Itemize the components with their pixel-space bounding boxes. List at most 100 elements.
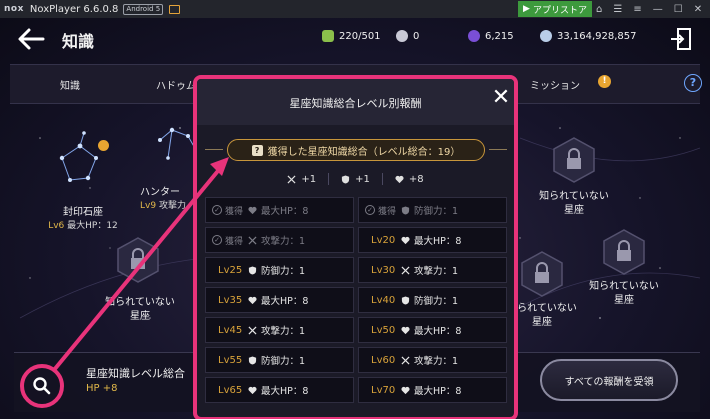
close-window-icon[interactable]: ✕ [694,4,702,15]
app-store-button[interactable]: ▶ アプリストア [518,1,592,17]
unknown-label-5: 知られていない [589,281,659,292]
reward-cell[interactable]: Lv45 攻撃力：1 [205,317,354,343]
constellation-hunter-stat: 攻撃力 [158,200,186,211]
reward-text: 攻撃力：1 [261,326,306,337]
reward-cell[interactable]: Lv20 最大HP：8 [358,227,507,253]
reward-level: Lv40 [371,294,396,306]
reward-text: 防御力：1 [414,206,459,217]
constellation-alert-badge [98,140,109,151]
reward-cell[interactable]: Lv35 最大HP：8 [205,287,354,313]
total-level-pill: ? 獲得した星座知識総合（レベル総合：19） [227,139,485,161]
maximize-icon[interactable]: ☐ [674,4,683,15]
resource-gem-value: 6,215 [485,30,514,42]
resource-material-value: 220/501 [339,30,381,42]
reward-cell[interactable]: Lv65 最大HP：8 [205,377,354,403]
reward-cell[interactable]: ✓ 獲得 防御力：1 [358,197,507,223]
app-name: NoxPlayer 6.6.0.8 [29,3,119,15]
help-icon[interactable]: ? [684,74,702,92]
total-attack: +1 [287,174,316,185]
window-titlebar: nox NoxPlayer 6.6.0.8 Android 5 ▶ アプリストア… [0,0,710,18]
check-icon: ✓ [212,205,222,215]
reward-cell[interactable]: Lv60 攻撃力：1 [358,347,507,373]
constellation-hunter[interactable]: ハンター Lv9 攻撃力 [140,186,200,212]
reward-cell[interactable]: Lv40 防御力：1 [358,287,507,313]
tab-knowledge[interactable]: 知識 [60,77,80,92]
sword-icon [248,235,257,245]
reward-level: Lv55 [218,354,243,366]
unknown-label-6: 星座 [614,294,634,306]
screenshot-icon[interactable] [169,4,181,14]
reward-text: 最大HP：8 [414,386,462,397]
claimed-status: ✓ 獲得 [206,234,248,247]
exit-icon[interactable] [670,27,692,51]
modal-title: 星座知識総合レベル別報酬 [289,97,422,110]
sword-icon [401,355,410,365]
reward-text: 最大HP：8 [261,386,309,397]
minimize-icon[interactable]: — [653,4,663,15]
claimed-status: ✓ 獲得 [359,204,401,217]
reward-cell[interactable]: Lv70 最大HP：8 [358,377,507,403]
tab-hadoum[interactable]: ハドゥム [156,77,196,92]
close-icon[interactable]: ✕ [490,87,512,109]
settings-icon[interactable]: ☰ [613,4,622,15]
reward-level: Lv25 [218,264,243,276]
reward-text: 攻撃力：1 [414,266,459,277]
reward-cell[interactable]: Lv50 最大HP：8 [358,317,507,343]
tab-mission[interactable]: ミッション [530,77,580,92]
reward-level: Lv70 [371,384,396,396]
play-icon: ▶ [523,4,530,14]
total-defense: +1 [341,174,370,185]
menu-icon[interactable]: ≡ [633,4,641,15]
coin-icon [540,30,552,42]
reward-level: Lv20 [371,234,396,246]
shield-icon [401,295,410,305]
constellation-hunter-level: Lv9 [140,200,157,211]
reward-cell[interactable]: Lv55 防御力：1 [205,347,354,373]
heart-icon [401,236,410,245]
reward-text: 最大HP：8 [261,206,309,217]
controller-icon[interactable]: ⌂ [596,4,602,15]
lock-icon[interactable] [116,236,160,284]
reward-text: 防御力：1 [261,266,306,277]
constellation-sealstone-name: 封印石座 [63,207,103,218]
constellation-sealstone[interactable]: 封印石座 Lv6 最大HP：12 [38,206,128,232]
reward-detail-button[interactable] [20,364,64,408]
claimed-label: 獲得 [225,206,244,217]
reward-level: Lv60 [371,354,396,366]
totals-row: +1 +1 +8 [197,170,514,188]
constellation-unknown-2[interactable]: 知られていない 星座 [528,190,620,217]
sword-icon [248,325,257,335]
game-screen: 知識 220/501 0 6,215 33,164,928,857 知識 ハドゥ… [0,18,710,419]
total-hp-value: +8 [408,173,424,185]
window-controls: ⌂ ☰ ≡ — ☐ ✕ [596,0,702,18]
shield-icon [342,174,350,184]
total-hp: +8 [395,174,424,185]
divider [328,173,330,185]
claimed-label: 獲得 [225,236,244,247]
constellation-unknown-3[interactable]: 知られていない 星座 [578,280,670,307]
reward-text: 攻撃力：1 [261,236,306,247]
reward-level: Lv50 [371,324,396,336]
android-badge: Android 5 [123,3,164,15]
reward-cell[interactable]: Lv25 防御力：1 [205,257,354,283]
reward-text: 攻撃力：1 [414,356,459,367]
mission-alert-badge: ! [598,75,611,88]
back-arrow-icon[interactable] [16,26,46,52]
lock-icon[interactable] [602,228,646,276]
reward-cell[interactable]: Lv30 攻撃力：1 [358,257,507,283]
unknown-label-1: 知られていない [105,297,175,308]
page-title: 知識 [62,32,95,51]
resource-coin-value: 33,164,928,857 [557,30,637,42]
heart-icon [248,386,257,395]
summary-title: 星座知識レベル総合 [86,367,185,380]
lock-icon[interactable] [552,136,596,184]
claimed-status: ✓ 獲得 [206,204,248,217]
unknown-label-3: 知られていない [539,191,609,202]
lock-icon[interactable] [520,250,564,298]
claim-all-rewards-button[interactable]: すべての報酬を受領 [540,359,678,401]
constellation-unknown-1[interactable]: 知られていない 星座 [92,296,188,323]
unknown-label-4: 星座 [564,204,584,216]
claimed-label: 獲得 [378,206,397,217]
reward-cell[interactable]: ✓ 獲得 最大HP：8 [205,197,354,223]
reward-cell[interactable]: ✓ 獲得 攻撃力：1 [205,227,354,253]
